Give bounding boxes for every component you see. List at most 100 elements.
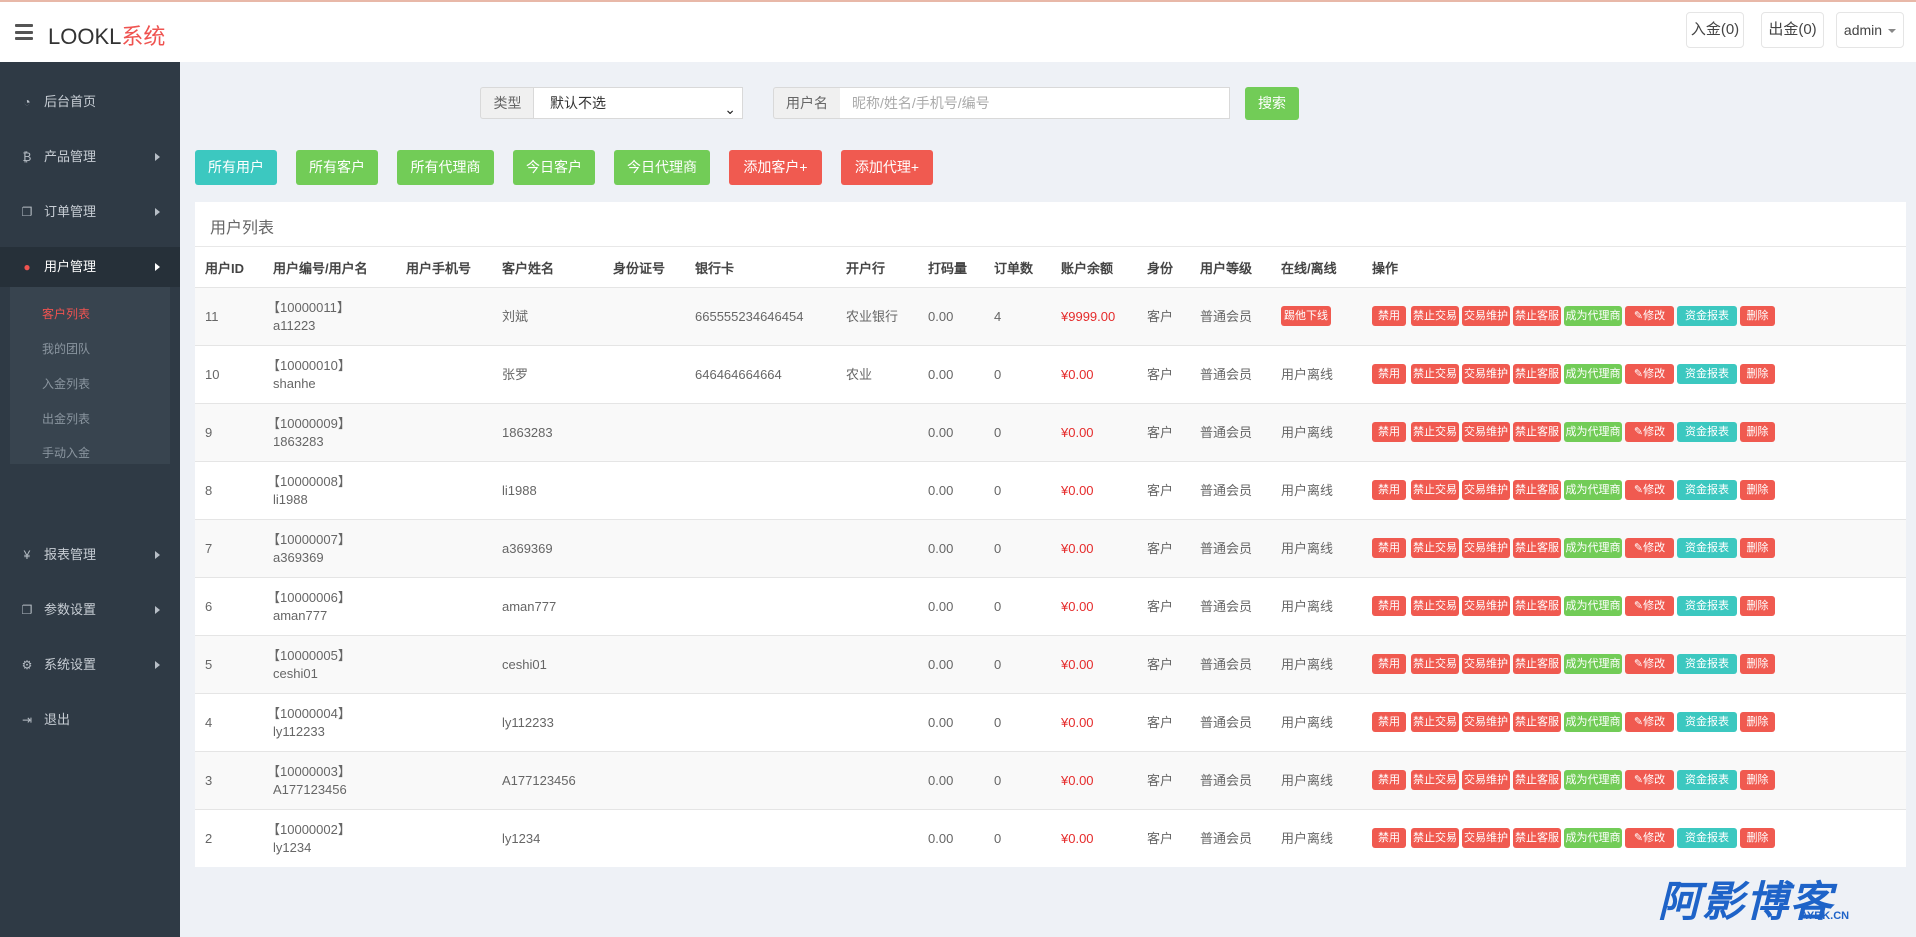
make-agent-button[interactable]: 成为代理商 <box>1564 422 1622 442</box>
delete-button[interactable]: 删除 <box>1740 596 1775 616</box>
trade-maintenance-button[interactable]: 交易维护 <box>1462 770 1510 790</box>
trade-maintenance-button[interactable]: 交易维护 <box>1462 596 1510 616</box>
sidebar-subitem-deposits[interactable]: 入金列表 <box>42 377 90 391</box>
trade-maintenance-button[interactable]: 交易维护 <box>1462 538 1510 558</box>
ban-trading-button[interactable]: 禁止交易 <box>1411 596 1459 616</box>
edit-button[interactable]: ✎修改 <box>1625 306 1674 326</box>
ban-support-button[interactable]: 禁止客服 <box>1513 364 1561 384</box>
sidebar-subitem-team[interactable]: 我的团队 <box>42 342 90 356</box>
sidebar-item-logout[interactable]: ⇥ 退出 <box>0 700 180 740</box>
ban-trading-button[interactable]: 禁止交易 <box>1411 828 1459 848</box>
delete-button[interactable]: 删除 <box>1740 654 1775 674</box>
filter-all-agents[interactable]: 所有代理商 <box>397 150 494 185</box>
fund-report-button[interactable]: 资金报表 <box>1677 828 1737 848</box>
make-agent-button[interactable]: 成为代理商 <box>1564 770 1622 790</box>
make-agent-button[interactable]: 成为代理商 <box>1564 654 1622 674</box>
ban-trading-button[interactable]: 禁止交易 <box>1411 306 1459 326</box>
trade-maintenance-button[interactable]: 交易维护 <box>1462 306 1510 326</box>
withdraw-button[interactable]: 出金(0) <box>1761 12 1824 48</box>
ban-support-button[interactable]: 禁止客服 <box>1513 596 1561 616</box>
delete-button[interactable]: 删除 <box>1740 306 1775 326</box>
trade-maintenance-button[interactable]: 交易维护 <box>1462 364 1510 384</box>
edit-button[interactable]: ✎修改 <box>1625 654 1674 674</box>
ban-trading-button[interactable]: 禁止交易 <box>1411 364 1459 384</box>
fund-report-button[interactable]: 资金报表 <box>1677 770 1737 790</box>
edit-button[interactable]: ✎修改 <box>1625 422 1674 442</box>
delete-button[interactable]: 删除 <box>1740 828 1775 848</box>
trade-maintenance-button[interactable]: 交易维护 <box>1462 654 1510 674</box>
make-agent-button[interactable]: 成为代理商 <box>1564 596 1622 616</box>
search-input[interactable] <box>840 87 1230 119</box>
disable-button[interactable]: 禁用 <box>1372 538 1406 558</box>
kick-offline-button[interactable]: 踢他下线 <box>1281 306 1331 326</box>
make-agent-button[interactable]: 成为代理商 <box>1564 538 1622 558</box>
sidebar-item-params[interactable]: ❐ 参数设置 <box>0 590 180 630</box>
disable-button[interactable]: 禁用 <box>1372 654 1406 674</box>
edit-button[interactable]: ✎修改 <box>1625 712 1674 732</box>
make-agent-button[interactable]: 成为代理商 <box>1564 828 1622 848</box>
sidebar-item-orders[interactable]: ❐ 订单管理 <box>0 192 180 232</box>
fund-report-button[interactable]: 资金报表 <box>1677 480 1737 500</box>
delete-button[interactable]: 删除 <box>1740 538 1775 558</box>
fund-report-button[interactable]: 资金报表 <box>1677 364 1737 384</box>
fund-report-button[interactable]: 资金报表 <box>1677 712 1737 732</box>
search-button[interactable]: 搜索 <box>1245 87 1299 120</box>
filter-today-agents[interactable]: 今日代理商 <box>614 150 710 185</box>
make-agent-button[interactable]: 成为代理商 <box>1564 480 1622 500</box>
sidebar-item-users[interactable]: ● 用户管理 <box>0 247 180 287</box>
disable-button[interactable]: 禁用 <box>1372 364 1406 384</box>
trade-maintenance-button[interactable]: 交易维护 <box>1462 828 1510 848</box>
ban-support-button[interactable]: 禁止客服 <box>1513 828 1561 848</box>
ban-trading-button[interactable]: 禁止交易 <box>1411 712 1459 732</box>
make-agent-button[interactable]: 成为代理商 <box>1564 306 1622 326</box>
sidebar-item-reports[interactable]: ¥ 报表管理 <box>0 535 180 575</box>
edit-button[interactable]: ✎修改 <box>1625 364 1674 384</box>
disable-button[interactable]: 禁用 <box>1372 712 1406 732</box>
disable-button[interactable]: 禁用 <box>1372 828 1406 848</box>
make-agent-button[interactable]: 成为代理商 <box>1564 364 1622 384</box>
fund-report-button[interactable]: 资金报表 <box>1677 306 1737 326</box>
user-menu-button[interactable]: admin <box>1836 12 1904 48</box>
ban-trading-button[interactable]: 禁止交易 <box>1411 770 1459 790</box>
deposit-button[interactable]: 入金(0) <box>1686 12 1744 48</box>
disable-button[interactable]: 禁用 <box>1372 770 1406 790</box>
edit-button[interactable]: ✎修改 <box>1625 538 1674 558</box>
fund-report-button[interactable]: 资金报表 <box>1677 654 1737 674</box>
sidebar-item-products[interactable]: ₿ 产品管理 <box>0 137 180 177</box>
disable-button[interactable]: 禁用 <box>1372 480 1406 500</box>
filter-all-customers[interactable]: 所有客户 <box>296 150 378 185</box>
filter-today-customers[interactable]: 今日客户 <box>513 150 595 185</box>
sidebar-subitem-withdrawals[interactable]: 出金列表 <box>42 412 90 426</box>
sidebar-item-system[interactable]: ⚙ 系统设置 <box>0 645 180 685</box>
delete-button[interactable]: 删除 <box>1740 364 1775 384</box>
ban-support-button[interactable]: 禁止客服 <box>1513 712 1561 732</box>
delete-button[interactable]: 删除 <box>1740 770 1775 790</box>
delete-button[interactable]: 删除 <box>1740 712 1775 732</box>
delete-button[interactable]: 删除 <box>1740 480 1775 500</box>
ban-trading-button[interactable]: 禁止交易 <box>1411 480 1459 500</box>
ban-support-button[interactable]: 禁止客服 <box>1513 538 1561 558</box>
sidebar-item-dashboard[interactable]: ◔ 后台首页 <box>0 82 180 122</box>
ban-support-button[interactable]: 禁止客服 <box>1513 306 1561 326</box>
delete-button[interactable]: 删除 <box>1740 422 1775 442</box>
menu-toggle-icon[interactable] <box>15 24 33 40</box>
ban-support-button[interactable]: 禁止客服 <box>1513 422 1561 442</box>
trade-maintenance-button[interactable]: 交易维护 <box>1462 712 1510 732</box>
sidebar-subitem-manual-deposit[interactable]: 手动入金 <box>42 446 90 460</box>
filter-all-users[interactable]: 所有用户 <box>195 150 277 185</box>
ban-support-button[interactable]: 禁止客服 <box>1513 770 1561 790</box>
fund-report-button[interactable]: 资金报表 <box>1677 596 1737 616</box>
edit-button[interactable]: ✎修改 <box>1625 770 1674 790</box>
disable-button[interactable]: 禁用 <box>1372 306 1406 326</box>
add-customer-button[interactable]: 添加客户+ <box>729 150 822 185</box>
fund-report-button[interactable]: 资金报表 <box>1677 422 1737 442</box>
trade-maintenance-button[interactable]: 交易维护 <box>1462 480 1510 500</box>
disable-button[interactable]: 禁用 <box>1372 422 1406 442</box>
add-agent-button[interactable]: 添加代理+ <box>841 150 933 185</box>
fund-report-button[interactable]: 资金报表 <box>1677 538 1737 558</box>
ban-trading-button[interactable]: 禁止交易 <box>1411 422 1459 442</box>
ban-support-button[interactable]: 禁止客服 <box>1513 480 1561 500</box>
ban-support-button[interactable]: 禁止客服 <box>1513 654 1561 674</box>
sidebar-subitem-customers[interactable]: 客户列表 <box>42 307 90 321</box>
edit-button[interactable]: ✎修改 <box>1625 480 1674 500</box>
